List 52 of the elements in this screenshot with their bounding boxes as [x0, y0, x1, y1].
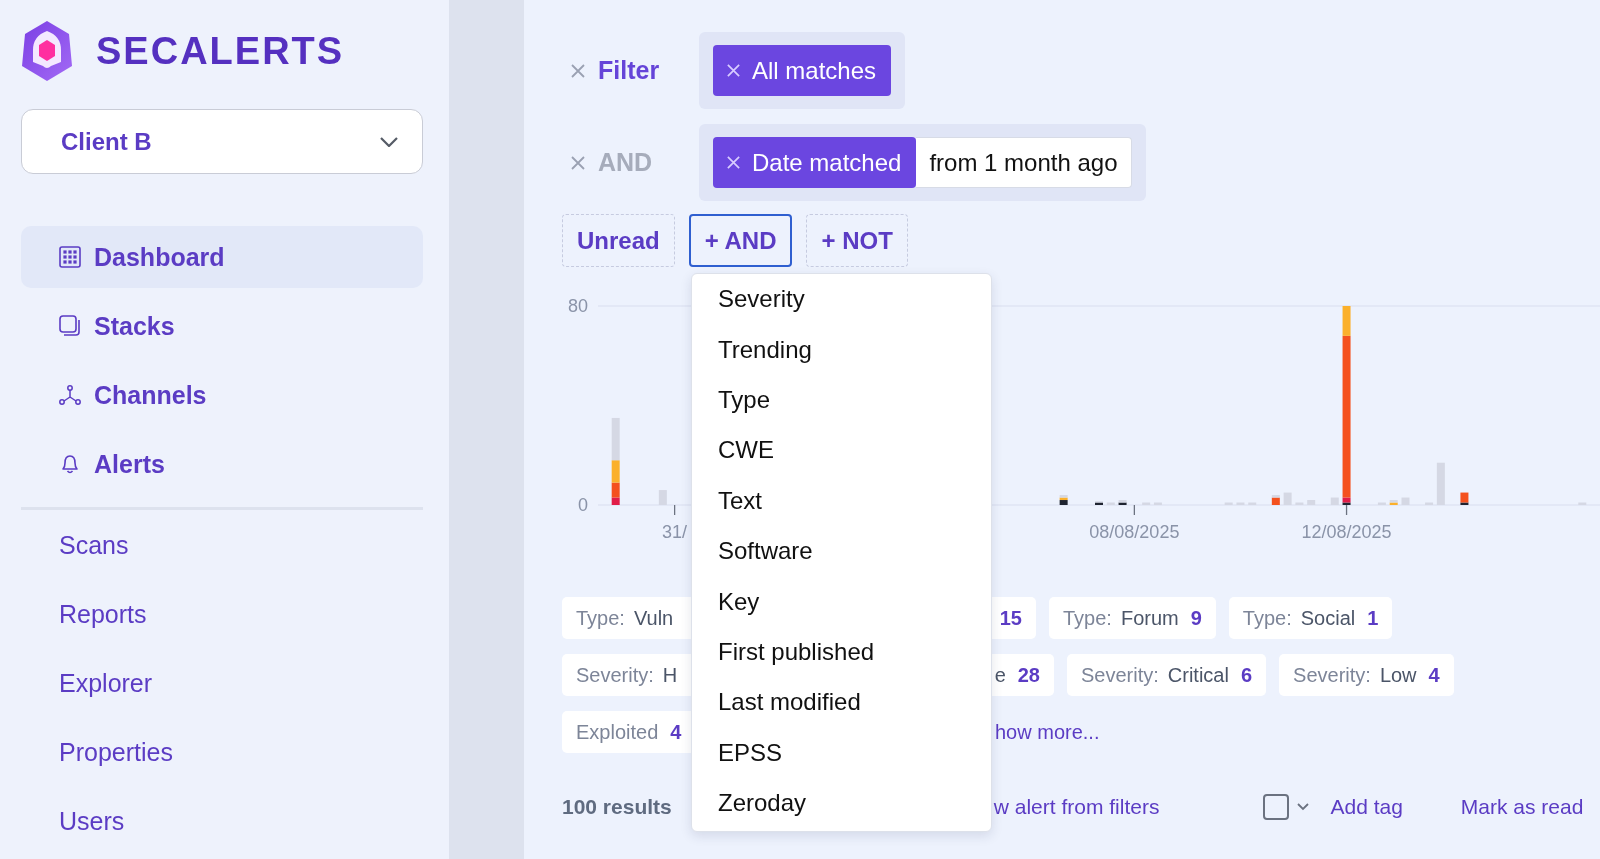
add-tag-link[interactable]: Add tag — [1330, 795, 1403, 819]
axis-label: 12/08/2025 — [1301, 522, 1392, 542]
menu-item[interactable]: Software — [692, 525, 991, 577]
menu-item[interactable]: Zeroday — [692, 777, 991, 829]
grid-icon — [59, 246, 81, 268]
menu-item[interactable]: Severity — [692, 274, 991, 325]
nav-item[interactable]: Dashboard — [21, 226, 423, 288]
logo-icon — [21, 20, 73, 82]
create-alert-link[interactable]: w alert from filters — [993, 795, 1160, 819]
nav-item[interactable]: Explorer — [21, 652, 423, 714]
filter-action-button[interactable]: Unread — [562, 214, 675, 267]
facet-tag[interactable]: Severity: Critical 6 — [1067, 654, 1267, 696]
nav-item[interactable]: Stacks — [21, 295, 423, 357]
facet-tag[interactable]: Severity: Low 4 — [1279, 654, 1454, 696]
axis-label: 31/ — [662, 522, 688, 542]
axis-label: 80 — [567, 296, 588, 316]
nav-item[interactable]: Channels — [21, 364, 423, 426]
select-all-checkbox[interactable] — [1263, 794, 1290, 820]
show-more-link[interactable]: how more... — [995, 720, 1100, 744]
nav-item[interactable]: Properties — [21, 721, 423, 783]
filter-action-button[interactable]: + NOT — [806, 214, 908, 267]
facet-tag[interactable]: Type: Social 1 — [1228, 597, 1393, 639]
filter-chip[interactable]: All matches — [713, 45, 892, 96]
nav-item[interactable]: Alerts — [21, 433, 423, 495]
bell-icon — [59, 453, 81, 475]
client-select[interactable]: Client B — [21, 109, 423, 174]
filter-connector: AND — [598, 148, 654, 177]
brand-name: SECALERTS — [96, 29, 345, 73]
close-icon[interactable] — [726, 63, 741, 78]
nav-item[interactable]: Scans — [21, 514, 423, 576]
network-icon — [59, 385, 81, 405]
filter-action-button[interactable]: + AND — [688, 214, 793, 267]
chevron-down-icon[interactable] — [1297, 803, 1310, 811]
menu-item[interactable]: Text — [692, 475, 991, 526]
nav-item[interactable]: Reports — [21, 583, 423, 645]
close-icon[interactable] — [570, 62, 586, 79]
nav-item[interactable]: Users — [21, 790, 423, 852]
mark-as-read-link[interactable]: Mark as read — [1460, 795, 1584, 819]
menu-item[interactable]: CWE — [692, 425, 991, 476]
filter-connector: Filter — [598, 56, 661, 85]
close-icon[interactable] — [726, 155, 741, 170]
menu-item[interactable]: Type — [692, 374, 991, 426]
filter-chip[interactable]: Date matched — [713, 137, 917, 188]
close-icon[interactable] — [570, 154, 586, 171]
axis-label: 0 — [578, 495, 588, 515]
menu-item[interactable]: Trending — [692, 324, 991, 375]
facet-tag[interactable]: Type: Forum 9 — [1049, 597, 1216, 639]
stack-icon — [59, 315, 81, 337]
axis-label: 08/08/2025 — [1089, 522, 1180, 542]
results-count: 100 results — [562, 795, 672, 819]
filter-value[interactable]: from 1 month ago — [916, 137, 1132, 188]
chevron-down-icon — [380, 136, 398, 147]
